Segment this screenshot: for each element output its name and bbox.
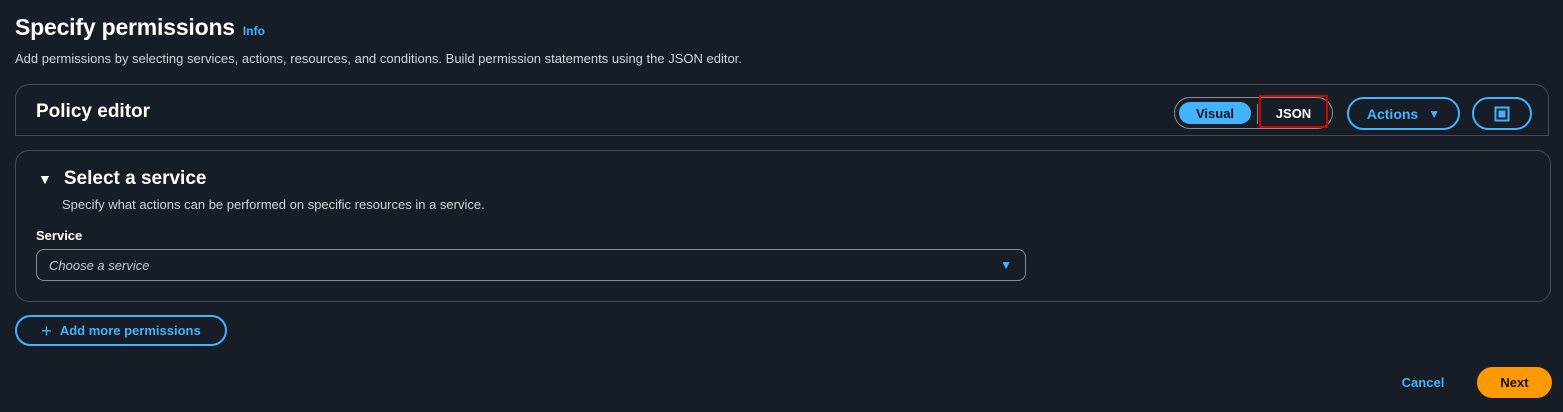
toggle-divider [1257, 104, 1258, 124]
section-title: Select a service [63, 168, 207, 189]
actions-button[interactable]: Actions ▼ [1347, 97, 1460, 130]
service-field-label: Service [36, 228, 83, 243]
caret-down-icon: ▼ [1428, 106, 1441, 121]
section-description: Specify what actions can be performed on… [62, 197, 485, 212]
fullscreen-icon [1494, 106, 1510, 121]
policy-editor-title: Policy editor [36, 101, 151, 122]
page-description: Add permissions by selecting services, a… [15, 51, 742, 66]
select-service-expander[interactable]: ▼ Select a service [38, 168, 206, 190]
add-more-permissions-button[interactable]: + Add more permissions [15, 315, 227, 346]
cancel-button[interactable]: Cancel [1390, 367, 1456, 398]
select-service-panel: ▼ Select a service Specify what actions … [15, 150, 1551, 302]
plus-icon: + [41, 320, 52, 341]
page-header: Specify permissions Info Add permissions… [15, 14, 742, 66]
service-select-placeholder: Choose a service [49, 258, 150, 273]
visual-mode-button[interactable]: Visual [1179, 102, 1251, 124]
caret-down-icon: ▼ [1000, 258, 1012, 272]
editor-mode-toggle: Visual JSON [1174, 97, 1333, 129]
json-mode-button[interactable]: JSON [1259, 98, 1328, 128]
fullscreen-button[interactable] [1472, 97, 1532, 130]
page-title: Specify permissions [15, 14, 235, 40]
policy-editor-header: Policy editor Visual JSON Actions ▼ [15, 84, 1549, 136]
caret-down-icon: ▼ [38, 171, 52, 187]
service-select[interactable]: Choose a service ▼ [36, 249, 1026, 281]
add-more-permissions-label: Add more permissions [59, 323, 201, 338]
actions-button-label: Actions [1366, 105, 1419, 122]
next-button[interactable]: Next [1477, 367, 1552, 398]
info-link[interactable]: Info [243, 24, 265, 38]
